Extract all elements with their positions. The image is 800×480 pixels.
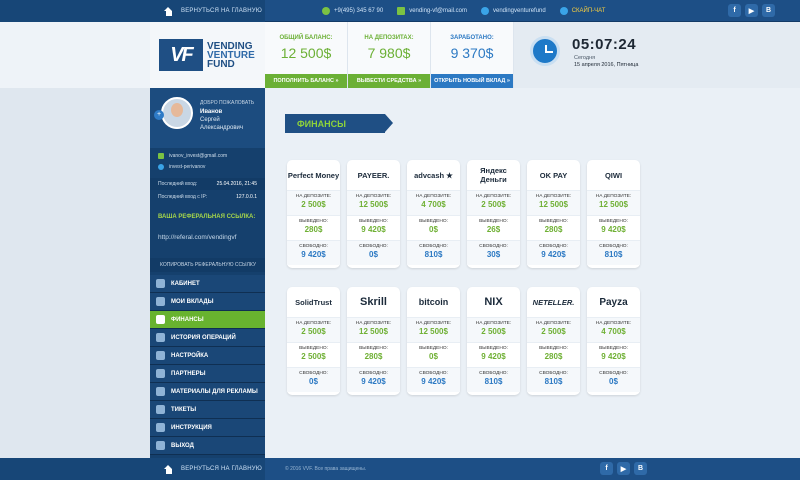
- okpay-logo: OK PAY: [539, 170, 568, 180]
- advcash-logo: advcash ★: [414, 170, 453, 180]
- payment-card[interactable]: OK PAY На депозите: 12 500$ Выведено: 280$ Св…: [527, 160, 580, 268]
- facebook-icon[interactable]: f: [600, 462, 613, 475]
- menu-item-finance[interactable]: Финансы: [150, 311, 275, 329]
- menu-item-partners[interactable]: Партнеры: [150, 365, 265, 383]
- back-home-label: Вернуться на главную: [181, 8, 263, 14]
- logo-text: VENDING VENTURE FUND: [207, 40, 255, 70]
- menu-item-cabinet[interactable]: Кабинет: [150, 275, 265, 293]
- menu-item-promo[interactable]: Материалы для рекламы: [150, 383, 265, 401]
- sidebar: + Добро пожаловать Иванов Сергей Алексан…: [150, 88, 275, 458]
- footer: Вернуться на главную © 2016 VVF. Все пра…: [0, 458, 800, 480]
- payment-card[interactable]: Яндекс Деньги На депозите: 2 500$ Выведено:…: [467, 160, 520, 268]
- clock-icon: [530, 36, 560, 66]
- back-home-link[interactable]: Вернуться на главную: [0, 0, 265, 22]
- menu-item-tickets[interactable]: Тикеты: [150, 401, 265, 419]
- ticket-icon: [156, 405, 165, 414]
- payment-card[interactable]: SolidTrust На депозите: 2 500$ Выведено: 2 5…: [287, 287, 340, 395]
- referral-block: Ваша реферальная ссылка: http://referal.…: [150, 212, 265, 246]
- skype-icon: [559, 7, 568, 15]
- history-icon: [156, 333, 165, 342]
- copyright: © 2016 VVF. Все права защищены.: [285, 466, 367, 472]
- phone-contact: +9(495) 345 67 90: [322, 7, 383, 15]
- last-login: Последний вход: 25.04.2016, 21:45: [150, 178, 265, 190]
- payeer-logo: PAYEER.: [357, 170, 390, 180]
- menu-item-logout[interactable]: Выход: [150, 437, 265, 455]
- bitcoin-logo: bitcoin: [418, 297, 449, 307]
- perfect-money-logo: Perfect Money: [287, 170, 340, 180]
- payza-logo: Payza: [599, 296, 628, 308]
- payment-card[interactable]: advcash ★ На депозите: 4 700$ Выведено: 0$ Св…: [407, 160, 460, 268]
- book-icon: [156, 423, 165, 432]
- page-title: ФИНАНСЫ: [285, 114, 393, 133]
- total-balance: Общий баланс: 12 500$ Пополнить баланс »: [265, 22, 348, 88]
- email-contact[interactable]: vending-vf@mail.com: [397, 7, 467, 15]
- logo-mark: VF: [159, 39, 203, 71]
- footer-back-home-link[interactable]: Вернуться на главную: [0, 458, 265, 480]
- last-ip: Последний вход с IP: 127.0.0.1: [158, 194, 257, 200]
- phone-icon: [322, 7, 330, 15]
- profile-card: + Добро пожаловать Иванов Сергей Алексан…: [150, 88, 265, 148]
- skype-chat-link[interactable]: Скайп-чат: [559, 7, 605, 15]
- mail-icon: [397, 7, 406, 15]
- menu-item-history[interactable]: История операций: [150, 329, 265, 347]
- menu-item-instructions[interactable]: Инструкция: [150, 419, 265, 437]
- deposits-balance: На депозитах: 7 980$ Вывести средства »: [348, 22, 431, 88]
- welcome-text: Добро пожаловать: [200, 100, 255, 106]
- menu-item-my-deposits[interactable]: Мои вклады: [150, 293, 265, 311]
- clock-date: 15 апреля 2016, Пятница: [574, 62, 639, 68]
- youtube-icon[interactable]: ▶: [745, 4, 758, 17]
- youtube-icon[interactable]: ▶: [617, 462, 630, 475]
- skype-icon: [158, 164, 164, 170]
- wallet-icon: [156, 315, 165, 324]
- open-deposit-button[interactable]: Открыть новый вклад »: [431, 74, 513, 88]
- neteller-logo: NETELLER.: [532, 297, 575, 307]
- home-icon: [156, 279, 165, 288]
- solidtrust-logo: SolidTrust: [295, 297, 332, 307]
- briefcase-icon: [156, 297, 165, 306]
- yandex-money-logo: Яндекс Деньги: [480, 166, 507, 184]
- top-bar: Вернуться на главную +9(495) 345 67 90 v…: [0, 0, 800, 22]
- menu-item-settings[interactable]: Настройка: [150, 347, 265, 365]
- main-content: [265, 88, 800, 458]
- payment-card[interactable]: NIX На депозите: 2 500$ Выведено: 9 420$ Своб…: [467, 287, 520, 395]
- qiwi-logo: QIWI: [604, 170, 623, 180]
- nix-logo: NIX: [484, 296, 503, 308]
- copy-referral-button[interactable]: Копировать реферальную ссылку: [150, 258, 265, 272]
- gear-icon: [156, 351, 165, 360]
- header: VF VENDING VENTURE FUND Общий баланс: 12…: [0, 22, 800, 88]
- payment-card[interactable]: Skrill На депозите: 12 500$ Выведено: 280$ Св…: [347, 287, 400, 395]
- payment-card[interactable]: PAYEER. На депозите: 12 500$ Выведено: 9 420…: [347, 160, 400, 268]
- withdraw-button[interactable]: Вывести средства »: [348, 74, 430, 88]
- payment-card[interactable]: NETELLER. На депозите: 2 500$ Выведено: 280$…: [527, 287, 580, 395]
- home-icon: [164, 6, 173, 16]
- skype-contact[interactable]: vendingventurefund: [481, 7, 546, 15]
- user-skype: invest-perivanov: [150, 161, 265, 173]
- logout-icon: [156, 441, 165, 450]
- payment-card[interactable]: QIWI На депозите: 12 500$ Выведено: 9 420$ Св…: [587, 160, 640, 268]
- skype-icon: [481, 7, 489, 15]
- payment-card[interactable]: Payza На депозите: 4 700$ Выведено: 9 420$ Св…: [587, 287, 640, 395]
- brand-logo[interactable]: VF VENDING VENTURE FUND: [150, 22, 265, 88]
- vk-icon[interactable]: B: [762, 4, 775, 17]
- home-icon: [164, 464, 173, 474]
- vk-icon[interactable]: B: [634, 462, 647, 475]
- plus-icon[interactable]: +: [154, 110, 164, 120]
- contacts: +9(495) 345 67 90 vending-vf@mail.com ve…: [322, 0, 605, 22]
- top-up-button[interactable]: Пополнить баланс »: [265, 74, 347, 88]
- payment-card[interactable]: Perfect Money На депозите: 2 500$ Выведено:…: [287, 160, 340, 268]
- payment-card[interactable]: bitcoin На депозите: 12 500$ Выведено: 0$ Сво…: [407, 287, 460, 395]
- image-icon: [156, 387, 165, 396]
- sidebar-menu: Кабинет Мои вклады Финансы История опера…: [150, 275, 275, 455]
- users-icon: [156, 369, 165, 378]
- skrill-logo: Skrill: [360, 296, 387, 308]
- clock-day: Сегодня: [574, 55, 596, 61]
- referral-url[interactable]: http://referal.com/vendingvf: [158, 234, 236, 241]
- user-name: Иванов Сергей Александрович: [200, 109, 244, 131]
- clock-time: 05:07:24: [572, 36, 637, 53]
- mail-icon: [158, 153, 164, 159]
- facebook-icon[interactable]: f: [728, 4, 741, 17]
- avatar[interactable]: [161, 97, 193, 129]
- earned-balance: Заработано: 9 370$ Открыть новый вклад »: [431, 22, 514, 88]
- referral-title: Ваша реферальная ссылка:: [158, 214, 256, 220]
